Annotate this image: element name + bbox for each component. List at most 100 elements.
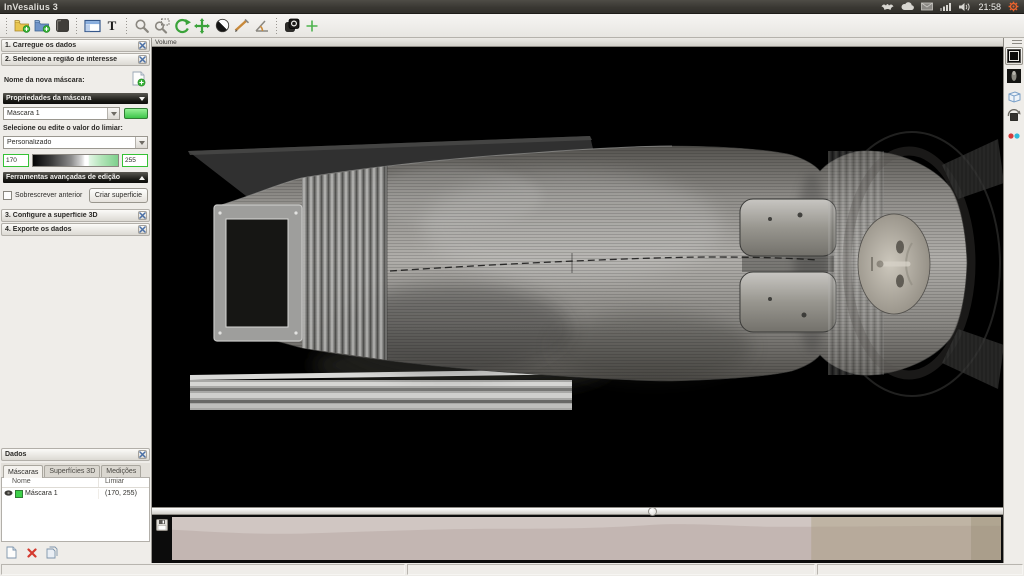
viewport-column: Volume: [152, 38, 1003, 563]
invesalius-window: InVesalius 3 21:58 T: [0, 0, 1024, 576]
collapse-icon[interactable]: [138, 225, 147, 234]
section-select-region[interactable]: 2. Selecione a região de interesse: [1, 53, 150, 66]
data-tabs: Máscaras Superfícies 3D Medições: [1, 463, 150, 478]
status-field: [407, 564, 815, 575]
delete-mask-button[interactable]: [25, 546, 38, 559]
mask-properties-header[interactable]: Propriedades da máscara: [3, 93, 148, 104]
titlebar: InVesalius 3 21:58: [0, 0, 1024, 14]
raycasting-slider[interactable]: [152, 507, 1003, 515]
text-tool-button[interactable]: T: [102, 16, 122, 36]
new-mask-label: Nome da nova máscara:: [4, 77, 85, 84]
slice-plane-view-button[interactable]: [1005, 47, 1023, 65]
mask-color-chip[interactable]: [15, 490, 23, 498]
chevron-down-icon: [107, 108, 119, 119]
slider-handle[interactable]: [648, 507, 657, 516]
mask-list-header: Nome Limiar: [2, 478, 149, 488]
volume-render[interactable]: [152, 47, 1003, 507]
toolbar-grip[interactable]: [125, 18, 129, 34]
mummy-face: [858, 214, 930, 314]
viewport-toolbar: [1003, 38, 1024, 563]
main-area: 1. Carregue os dados 2. Selecione a regi…: [0, 38, 1024, 563]
tab-masks[interactable]: Máscaras: [3, 465, 43, 478]
chevron-down-icon: [139, 97, 145, 101]
section-load-data[interactable]: 1. Carregue os dados: [1, 39, 150, 52]
collapse-icon[interactable]: [138, 211, 147, 220]
toolbar-grip[interactable]: [5, 18, 9, 34]
section-export-data[interactable]: 4. Exporte os dados: [1, 223, 150, 236]
add-button[interactable]: [302, 16, 322, 36]
new-mask-icon[interactable]: [132, 71, 146, 89]
data-panel-header[interactable]: Dados: [1, 448, 150, 461]
toolbar-grip[interactable]: [275, 18, 279, 34]
status-bar: [0, 563, 1024, 576]
volume-icon[interactable]: [959, 2, 971, 12]
threshold-gradient-slider[interactable]: [32, 154, 119, 167]
viewport-title-bar: Volume: [152, 38, 1003, 47]
collapse-icon[interactable]: [138, 41, 147, 50]
pan-button[interactable]: [192, 16, 212, 36]
status-field: [817, 564, 1023, 575]
volume-preview-button[interactable]: [1005, 67, 1023, 85]
arm-blocks: [740, 199, 836, 332]
window-title: InVesalius 3: [0, 2, 58, 12]
create-surface-button[interactable]: Criar superficie: [89, 188, 148, 203]
threshold-min-input[interactable]: [3, 154, 29, 167]
zoom-region-button[interactable]: [152, 16, 172, 36]
section-configure-surface[interactable]: 3. Configure a superfície 3D: [1, 209, 150, 222]
main-toolbar: T: [0, 14, 1024, 38]
threshold-label: Selecione ou edite o valor do limiar:: [3, 125, 148, 132]
clut-save-area: [152, 517, 172, 560]
mask-color-button[interactable]: [124, 108, 148, 119]
import-dicom-button[interactable]: [12, 16, 32, 36]
duplicate-mask-button[interactable]: [45, 546, 58, 559]
overwrite-checkbox[interactable]: [3, 191, 12, 200]
clut-histogram-panel: [152, 515, 1003, 563]
system-tray: 21:58: [881, 1, 1024, 12]
visibility-eye-icon[interactable]: [4, 489, 13, 499]
tab-measures[interactable]: Medições: [101, 465, 141, 477]
toolbar-grip[interactable]: [75, 18, 79, 34]
clut-histogram[interactable]: [172, 517, 1001, 560]
zoom-button[interactable]: [132, 16, 152, 36]
network-signal-icon[interactable]: [940, 2, 952, 11]
collapse-icon[interactable]: [138, 55, 147, 64]
volume-viewport[interactable]: [152, 47, 1003, 507]
measure-angle-button[interactable]: [252, 16, 272, 36]
rotate-object-button[interactable]: [1005, 107, 1023, 125]
mail-icon[interactable]: [921, 2, 933, 11]
contrast-button[interactable]: [212, 16, 232, 36]
cloud-icon[interactable]: [901, 2, 914, 11]
stereo-3d-button[interactable]: [1005, 127, 1023, 145]
open-project-button[interactable]: [32, 16, 52, 36]
collapse-icon[interactable]: [138, 450, 147, 459]
save-project-button[interactable]: [52, 16, 72, 36]
indicator-app-icon[interactable]: [881, 2, 894, 11]
save-preset-icon[interactable]: [156, 519, 168, 560]
status-field: [1, 564, 405, 575]
data-panel: Dados Máscaras Superfícies 3D Medições N…: [0, 447, 151, 563]
rotate-button[interactable]: [172, 16, 192, 36]
slice-plane-button[interactable]: [282, 16, 302, 36]
sarcophagus: [214, 139, 1003, 389]
session-gear-icon[interactable]: [1008, 1, 1019, 12]
cube-view-button[interactable]: [1005, 87, 1023, 105]
toolbar-grip[interactable]: [1012, 40, 1022, 44]
overwrite-label: Sobrescrever anterior: [15, 192, 82, 199]
chevron-down-icon: [135, 137, 147, 148]
tab-surfaces[interactable]: Superfícies 3D: [44, 465, 100, 477]
threshold-preset-select[interactable]: Personalizado: [3, 136, 148, 149]
foot-frame: [214, 205, 302, 341]
mask-select[interactable]: Máscara 1: [3, 107, 120, 120]
new-mask-button[interactable]: [5, 546, 18, 559]
data-panel-actions: [0, 542, 151, 559]
text-tool-icon: T: [108, 18, 117, 34]
mask-settings: Nome da nova máscara: Propriedades da má…: [0, 66, 151, 208]
threshold-max-input[interactable]: [122, 154, 148, 167]
advanced-tools-header[interactable]: Ferramentas avançadas de edição: [3, 172, 148, 183]
table-row[interactable]: Máscara 1 (170, 255): [2, 488, 149, 499]
layout-button[interactable]: [82, 16, 102, 36]
measure-distance-button[interactable]: [232, 16, 252, 36]
clock[interactable]: 21:58: [978, 2, 1001, 12]
viewport-title: Volume: [155, 39, 177, 46]
task-panel: 1. Carregue os dados 2. Selecione a regi…: [0, 38, 152, 563]
